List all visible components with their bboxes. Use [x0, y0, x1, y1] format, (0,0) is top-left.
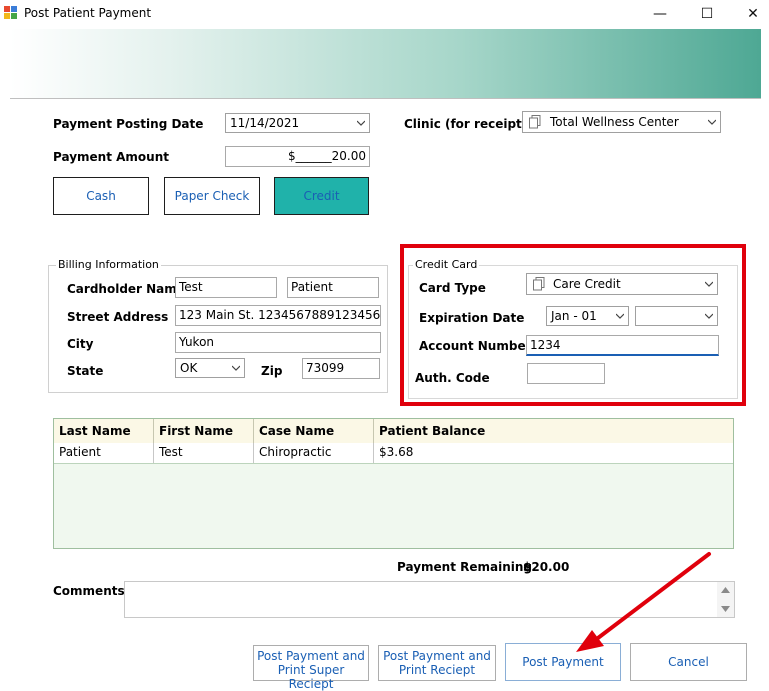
chevron-down-icon — [708, 119, 716, 125]
paper-check-button[interactable]: Paper Check — [164, 177, 260, 215]
posting-date-picker[interactable]: 11/14/2021 — [225, 113, 370, 133]
window-title: Post Patient Payment — [24, 6, 152, 20]
posting-date-label: Payment Posting Date — [53, 117, 204, 131]
billing-title: Billing Information — [56, 258, 161, 271]
zip-label: Zip — [261, 364, 283, 378]
button-line: Post Payment and — [257, 649, 365, 663]
close-button[interactable]: ✕ — [738, 4, 768, 24]
cardholder-label: Cardholder Name — [67, 282, 185, 296]
header-patient-balance[interactable]: Patient Balance — [374, 419, 733, 443]
header-case-name[interactable]: Case Name — [254, 419, 374, 443]
banner-divider — [10, 98, 761, 99]
app-icon — [4, 6, 17, 19]
grid-header: Last Name First Name Case Name Patient B… — [54, 419, 733, 444]
title-bar: Post Patient Payment — ☐ ✕ — [0, 0, 769, 28]
first-name-input[interactable]: Test — [175, 277, 277, 298]
cell-case-name: Chiropractic — [254, 443, 374, 463]
clinic-label: Clinic (for receipt) — [404, 117, 528, 131]
remaining-value: $20.00 — [523, 560, 570, 574]
cell-first-name: Test — [154, 443, 254, 463]
annotation-highlight-box — [400, 244, 746, 406]
street-label: Street Address — [67, 310, 169, 324]
comments-scrollbar[interactable] — [717, 582, 734, 617]
state-value: OK — [180, 361, 198, 375]
cell-last-name: Patient — [54, 443, 154, 463]
maximize-button[interactable]: ☐ — [692, 4, 722, 24]
document-icon — [529, 115, 541, 129]
city-label: City — [67, 337, 94, 351]
button-line: Post Payment and — [383, 649, 491, 663]
comments-label: Comments — [53, 584, 125, 598]
table-row[interactable]: Patient Test Chiropractic $3.68 — [54, 443, 733, 464]
case-grid[interactable]: Last Name First Name Case Name Patient B… — [53, 418, 734, 549]
post-and-print-super-receipt-button[interactable]: Post Payment and Print Super Reciept — [253, 645, 369, 691]
amount-input[interactable]: $______20.00 — [225, 146, 370, 167]
clinic-value: Total Wellness Center — [550, 115, 679, 129]
post-and-print-receipt-button[interactable]: Post Payment and Print Reciept — [378, 645, 496, 681]
clinic-select[interactable]: Total Wellness Center — [522, 111, 721, 133]
street-input[interactable]: 123 Main St. 1234567889123456 — [175, 305, 381, 326]
posting-date-value: 11/14/2021 — [230, 116, 300, 130]
comments-textarea[interactable] — [124, 581, 735, 618]
post-payment-button[interactable]: Post Payment — [505, 643, 621, 681]
minimize-button[interactable]: — — [645, 4, 675, 24]
city-input[interactable]: Yukon — [175, 332, 381, 353]
button-line: Print Super Reciept — [277, 663, 345, 691]
credit-button[interactable]: Credit — [274, 177, 369, 215]
cell-patient-balance: $3.68 — [379, 445, 414, 459]
scroll-down-icon[interactable] — [721, 606, 730, 612]
header-last-name[interactable]: Last Name — [54, 419, 154, 443]
header-first-name[interactable]: First Name — [154, 419, 254, 443]
chevron-down-icon — [232, 365, 240, 371]
last-name-input[interactable]: Patient — [287, 277, 379, 298]
state-label: State — [67, 364, 104, 378]
cancel-button[interactable]: Cancel — [630, 643, 747, 681]
chevron-down-icon — [357, 120, 365, 126]
cash-button[interactable]: Cash — [53, 177, 149, 215]
scroll-up-icon[interactable] — [721, 587, 730, 593]
zip-input[interactable]: 73099 — [302, 358, 380, 379]
amount-label: Payment Amount — [53, 150, 169, 164]
button-line: Print Reciept — [398, 663, 476, 677]
state-select[interactable]: OK — [175, 358, 245, 378]
header-banner — [10, 29, 761, 98]
remaining-label: Payment Remaining — [397, 560, 533, 574]
